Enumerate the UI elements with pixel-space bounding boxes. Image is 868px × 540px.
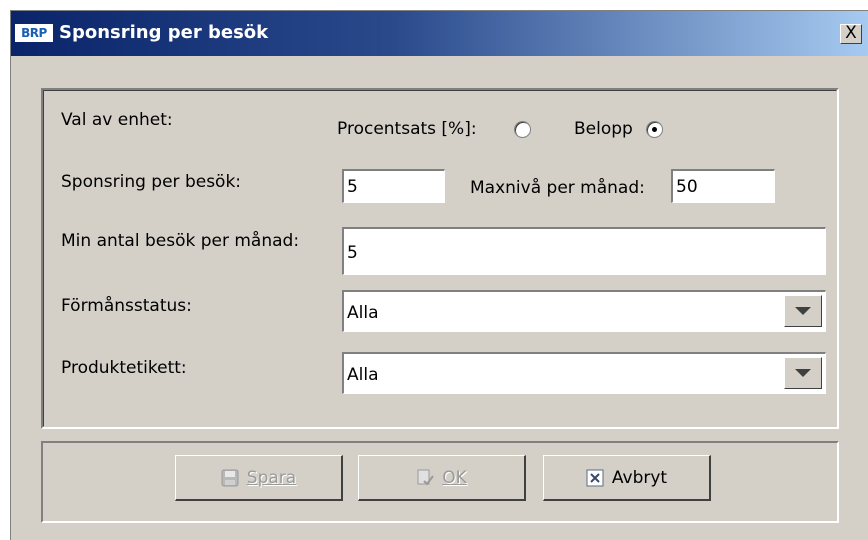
amount-radio-label[interactable]: Belopp — [574, 118, 633, 140]
amount-radio[interactable] — [646, 121, 663, 138]
max-level-label: Maxnivå per månad: — [470, 178, 645, 198]
chevron-down-icon[interactable] — [784, 357, 822, 389]
min-visits-label: Min antal besök per månad: — [61, 231, 300, 251]
percent-radio[interactable] — [514, 121, 531, 138]
brp-logo-icon: BRP — [15, 24, 53, 42]
close-button[interactable]: X — [840, 24, 862, 44]
cancel-x-icon — [586, 469, 604, 486]
window-title: Sponsring per besök — [59, 22, 269, 43]
title-bar[interactable]: BRP Sponsring per besök X — [11, 11, 868, 56]
radio-selected-dot — [652, 127, 657, 132]
floppy-disk-icon — [221, 469, 239, 486]
unit-label: Val av enhet: — [61, 110, 173, 130]
document-check-icon — [417, 469, 435, 486]
cancel-button[interactable]: Avbryt — [543, 455, 711, 501]
form-panel: Val av enhet: Procentsats [%]: Belopp Sp… — [41, 88, 839, 429]
sponsorship-label: Sponsring per besök: — [61, 172, 242, 192]
product-tag-value: Alla — [347, 365, 379, 385]
ok-button[interactable]: OK — [358, 455, 526, 501]
ok-button-label: OK — [442, 467, 467, 488]
benefit-status-label: Förmånsstatus: — [61, 296, 192, 316]
save-button[interactable]: Spara — [175, 455, 343, 501]
product-tag-select[interactable]: Alla — [342, 352, 826, 394]
percent-radio-label[interactable]: Procentsats [%]: — [337, 118, 477, 140]
cancel-button-label: Avbryt — [611, 467, 668, 488]
form-panel-inner: Val av enhet: Procentsats [%]: Belopp Sp… — [43, 90, 837, 427]
sponsorship-input[interactable]: 5 — [342, 169, 445, 203]
benefit-status-select[interactable]: Alla — [342, 290, 826, 332]
min-visits-input[interactable]: 5 — [342, 227, 826, 275]
max-level-input[interactable]: 50 — [671, 169, 775, 203]
save-button-label: Spara — [246, 467, 297, 488]
product-tag-label: Produktetikett: — [61, 358, 187, 378]
benefit-status-value: Alla — [347, 303, 379, 323]
dialog-window: BRP Sponsring per besök X Val av enhet: … — [10, 10, 868, 540]
button-panel: Spara OK Avbryt — [41, 441, 839, 523]
close-icon: X — [845, 23, 857, 43]
chevron-down-icon[interactable] — [784, 295, 822, 327]
